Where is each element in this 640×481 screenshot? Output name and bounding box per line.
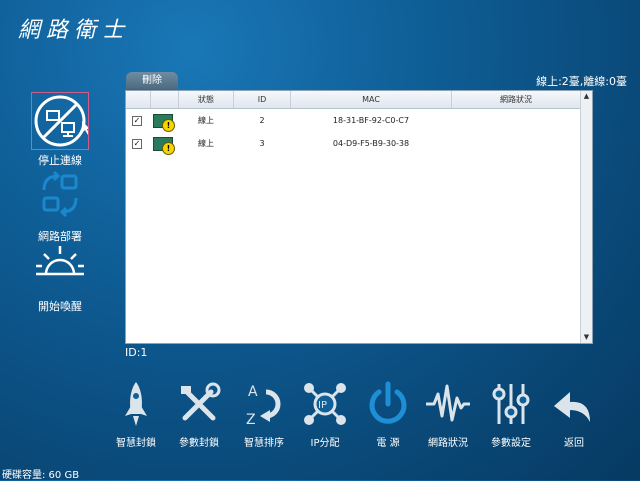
column-header-mac[interactable]: MAC [291, 91, 452, 108]
back-label: 返回 [564, 438, 584, 449]
column-header-check[interactable] [126, 91, 151, 108]
svg-text:A: A [248, 384, 258, 400]
rocket-icon [112, 380, 160, 428]
row-checkbox[interactable]: ✓ [132, 139, 142, 149]
power-label: 電 源 [376, 438, 400, 449]
wake-up-icon [32, 240, 88, 296]
smart-block-button[interactable]: 智慧封鎖 [104, 380, 168, 449]
tools-icon [175, 380, 223, 428]
row-state: 線上 [198, 139, 214, 148]
wake-up-label: 開始喚醒 [38, 300, 82, 313]
selected-id: ID:1 [125, 346, 148, 359]
row-network [452, 133, 580, 155]
svg-text:Z: Z [246, 412, 256, 428]
power-button[interactable]: 電 源 [356, 380, 420, 449]
network-deploy-icon [32, 170, 88, 226]
ip-assign-button[interactable]: IP IP分配 [293, 380, 357, 449]
network-status-label: 網路狀況 [428, 438, 468, 449]
network-deploy-button[interactable]: 網路部署 [28, 170, 92, 244]
back-button[interactable]: 返回 [542, 380, 606, 449]
sliders-icon [487, 380, 535, 428]
svg-text:IP: IP [318, 400, 327, 411]
smart-sort-label: 智慧排序 [244, 438, 284, 449]
table-header: 狀態 ID MAC 網路狀況 [126, 91, 580, 109]
column-header-id[interactable]: ID [234, 91, 291, 108]
stop-connection-icon [31, 92, 90, 150]
wake-up-button[interactable]: 開始喚醒 [28, 240, 92, 314]
row-id: 2 [259, 116, 265, 125]
device-table: 狀態 ID MAC 網路狀況 ✓ ! 線上 2 18-31-BF-92-C0-C… [125, 90, 593, 344]
back-arrow-icon [550, 380, 598, 428]
power-icon [364, 380, 412, 428]
network-status-button[interactable]: 網路狀況 [416, 380, 480, 449]
row-state: 線上 [198, 116, 214, 125]
ip-assign-label: IP分配 [310, 438, 340, 449]
smart-sort-button[interactable]: A Z 智慧排序 [232, 380, 296, 449]
param-block-label: 參數封鎖 [179, 438, 219, 449]
column-header-network[interactable]: 網路狀況 [452, 91, 580, 108]
row-id: 3 [259, 139, 265, 148]
warning-icon: ! [162, 119, 175, 132]
param-settings-button[interactable]: 參數設定 [479, 380, 543, 449]
ip-network-icon: IP [301, 380, 349, 428]
stop-connection-button[interactable]: 停止連線 [28, 92, 92, 168]
vertical-scrollbar[interactable]: ▲ ▼ [580, 91, 592, 343]
column-header-state[interactable]: 狀態 [179, 91, 234, 108]
disk-capacity: 硬碟容量: 60 GB [2, 470, 80, 481]
scroll-up-icon[interactable]: ▲ [582, 92, 591, 101]
row-network [452, 110, 580, 132]
tab-delete[interactable]: 刪除 [126, 72, 178, 89]
row-checkbox[interactable]: ✓ [132, 116, 142, 126]
row-mac: 04-D9-F5-B9-30-38 [332, 139, 410, 148]
table-row[interactable]: ✓ ! 線上 3 04-D9-F5-B9-30-38 [126, 133, 580, 155]
stop-connection-label: 停止連線 [38, 154, 82, 167]
app-title: 網路衛士 [18, 18, 131, 43]
column-header-icon[interactable] [151, 91, 179, 108]
warning-icon: ! [162, 142, 175, 155]
param-settings-label: 參數設定 [491, 438, 531, 449]
row-mac: 18-31-BF-92-C0-C7 [332, 116, 410, 125]
scroll-down-icon[interactable]: ▼ [582, 333, 591, 342]
param-block-button[interactable]: 參數封鎖 [167, 380, 231, 449]
sort-az-icon: A Z [240, 380, 288, 428]
online-status: 線上:2臺,離線:0臺 [536, 75, 627, 88]
table-row[interactable]: ✓ ! 線上 2 18-31-BF-92-C0-C7 [126, 110, 580, 132]
smart-block-label: 智慧封鎖 [116, 438, 156, 449]
pulse-icon [424, 380, 472, 428]
